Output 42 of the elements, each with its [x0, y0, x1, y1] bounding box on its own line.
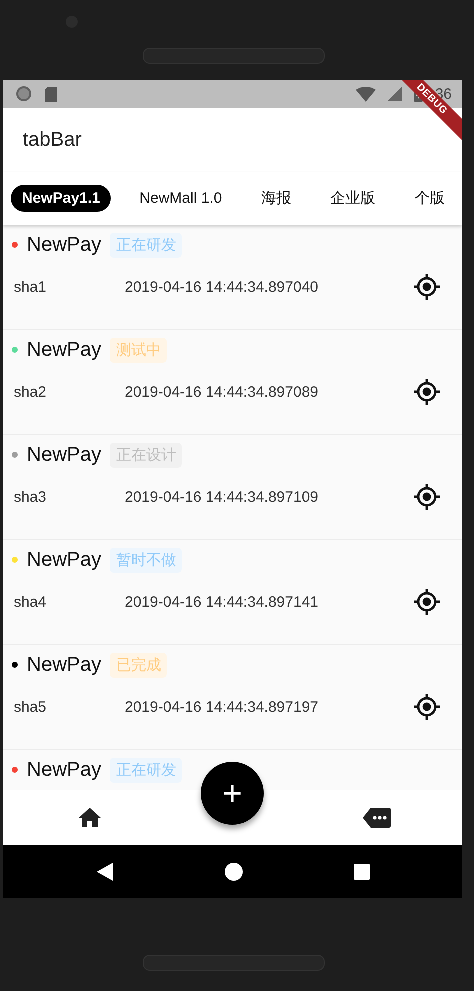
item-id: sha1	[13, 278, 48, 296]
recents-icon[interactable]	[354, 864, 370, 880]
tab[interactable]: NewMall 1.0	[128, 185, 234, 212]
project-name: NewPay	[27, 758, 102, 782]
project-name: NewPay	[27, 338, 102, 362]
tab[interactable]: 海报	[250, 184, 302, 213]
home-icon[interactable]	[79, 808, 101, 827]
tab[interactable]: NewPay1.1	[11, 185, 112, 212]
sd-card-icon	[45, 86, 57, 102]
project-name: NewPay	[27, 234, 102, 256]
item-id: sha3	[13, 488, 48, 506]
home-circle-icon[interactable]	[224, 862, 242, 880]
add-button[interactable]: +	[201, 762, 264, 825]
target-icon[interactable]	[414, 379, 440, 405]
back-icon[interactable]	[97, 862, 113, 880]
timestamp: 2019-04-16 14:44:34.897141	[125, 594, 320, 610]
project-name: NewPay	[27, 444, 102, 466]
signal-icon	[388, 87, 402, 101]
timestamp: 2019-04-16 14:44:34.897197	[125, 698, 320, 716]
timestamp: 2019-04-16 14:44:34.897109	[125, 488, 320, 506]
tab[interactable]: 企业版	[320, 184, 387, 213]
status-tag: 正在研发	[110, 758, 182, 782]
circle-icon	[15, 85, 33, 103]
target-icon[interactable]	[414, 694, 440, 720]
target-icon[interactable]	[414, 484, 440, 510]
wifi-icon	[356, 86, 376, 102]
status-tag: 正在研发	[110, 232, 182, 258]
target-icon[interactable]	[414, 589, 440, 615]
status-tag: 已完成	[110, 652, 168, 678]
item-id: sha4	[13, 594, 48, 610]
target-icon[interactable]	[414, 274, 440, 300]
app-title: tabBar	[23, 128, 82, 152]
project-name: NewPay	[27, 654, 102, 676]
status-tag: 测试中	[110, 338, 168, 362]
item-id: sha5	[13, 698, 48, 716]
timestamp: 2019-04-16 14:44:34.897040	[125, 278, 320, 296]
item-id: sha2	[13, 384, 48, 400]
status-tag: 暂时不做	[110, 548, 182, 572]
project-name: NewPay	[27, 548, 102, 572]
message-icon[interactable]	[363, 808, 391, 828]
timestamp: 2019-04-16 14:44:34.897089	[125, 384, 320, 400]
tab[interactable]: 个版	[404, 184, 456, 213]
